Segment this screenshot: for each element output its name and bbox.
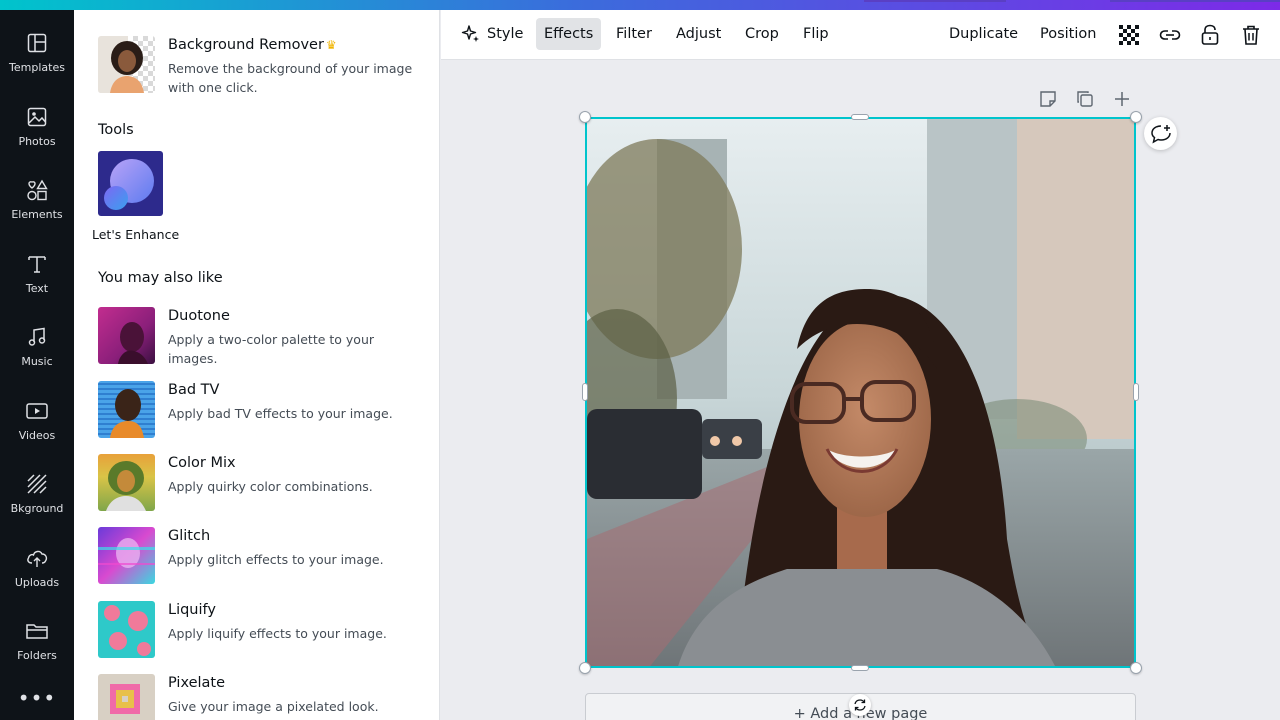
add-page-icon[interactable]: [1110, 89, 1134, 109]
app-description: Apply bad TV effects to your image.: [168, 406, 393, 421]
resize-handle-bottom-left[interactable]: [579, 662, 591, 674]
color-mix-thumbnail: [98, 454, 155, 511]
background-icon: [24, 471, 50, 497]
resize-handle-right[interactable]: [1133, 383, 1139, 401]
nav-label: Text: [25, 282, 49, 295]
nav-videos[interactable]: Videos: [0, 394, 74, 458]
text-icon: [24, 251, 50, 277]
folders-icon: [24, 618, 50, 644]
nav-templates[interactable]: Templates: [0, 26, 74, 90]
templates-icon: [24, 30, 50, 56]
position-button[interactable]: Position: [1032, 18, 1104, 50]
liquify-thumbnail: [98, 601, 155, 658]
page-notes-icon[interactable]: [1036, 89, 1060, 109]
effects-panel: Background Remover ♛ Remove the backgroun…: [74, 10, 440, 720]
filter-button[interactable]: Filter: [608, 18, 660, 50]
top-accent-bar: [0, 0, 1280, 10]
sparkle-icon: [461, 24, 481, 44]
nav-photos[interactable]: Photos: [0, 100, 74, 164]
tools-heading: Tools: [98, 122, 134, 138]
nav-elements[interactable]: Elements: [0, 173, 74, 237]
lets-enhance-tile[interactable]: [98, 151, 163, 216]
bad-tv-thumbnail: [98, 381, 155, 438]
flip-button[interactable]: Flip: [795, 18, 837, 50]
app-glitch[interactable]: Glitch Apply glitch effects to your imag…: [98, 527, 428, 585]
left-nav: Templates Photos Elements Text Music Vid…: [0, 10, 74, 720]
rotate-icon[interactable]: [849, 694, 871, 716]
add-comment-icon[interactable]: [1144, 117, 1177, 150]
app-background-remover[interactable]: Background Remover ♛ Remove the backgroun…: [98, 36, 428, 95]
selected-photo[interactable]: [585, 117, 1136, 668]
app-name: Pixelate: [168, 675, 226, 691]
photos-icon: [24, 104, 50, 130]
pixelate-thumbnail: [98, 674, 155, 720]
app-liquify[interactable]: Liquify Apply liquify effects to your im…: [98, 601, 428, 659]
app-name: Color Mix: [168, 455, 236, 471]
elements-icon: [24, 177, 50, 203]
app-description: Apply glitch effects to your image.: [168, 552, 384, 567]
nav-label: Bkground: [10, 502, 64, 515]
nav-music[interactable]: Music: [0, 320, 74, 384]
app-description: Give your image a pixelated look.: [168, 699, 379, 714]
uploads-icon: [24, 545, 50, 571]
image-toolbar: Style Effects Filter Adjust Crop Flip Du…: [441, 10, 1280, 60]
resize-handle-bottom[interactable]: [851, 665, 869, 671]
resize-handle-top[interactable]: [851, 114, 869, 120]
music-icon: [24, 324, 50, 350]
glitch-thumbnail: [98, 527, 155, 584]
style-button[interactable]: Style: [453, 18, 531, 50]
nav-label: Videos: [18, 429, 56, 442]
videos-icon: [24, 398, 50, 424]
nav-label: Uploads: [14, 576, 60, 589]
more-icon[interactable]: •••: [0, 688, 74, 720]
resize-handle-bottom-right[interactable]: [1130, 662, 1142, 674]
resize-handle-top-right[interactable]: [1130, 111, 1142, 123]
duplicate-button[interactable]: Duplicate: [941, 18, 1026, 50]
app-bad-tv[interactable]: Bad TV Apply bad TV effects to your imag…: [98, 381, 428, 439]
app-description: Apply liquify effects to your image.: [168, 626, 387, 641]
lets-enhance-label: Let's Enhance: [92, 227, 180, 242]
app-description: Apply quirky color combinations.: [168, 479, 373, 494]
top-bar-tab: [864, 0, 1006, 2]
resize-handle-left[interactable]: [582, 383, 588, 401]
crop-button[interactable]: Crop: [737, 18, 787, 50]
trash-icon[interactable]: [1239, 23, 1263, 47]
nav-label: Music: [21, 355, 53, 368]
app-name: Liquify: [168, 602, 216, 618]
transparency-icon[interactable]: [1117, 23, 1141, 47]
nav-background[interactable]: Bkground: [0, 467, 74, 531]
app-name: Duotone: [168, 308, 230, 324]
nav-folders[interactable]: Folders: [0, 614, 74, 678]
app-name: Bad TV: [168, 382, 220, 398]
adjust-button[interactable]: Adjust: [668, 18, 729, 50]
app-pixelate[interactable]: Pixelate Give your image a pixelated loo…: [98, 674, 428, 720]
effects-button[interactable]: Effects: [536, 18, 602, 50]
nav-label: Folders: [17, 649, 57, 662]
nav-label: Elements: [11, 208, 63, 221]
background-remover-thumbnail: [98, 36, 155, 93]
style-label: Style: [487, 26, 524, 42]
you-may-also-like-heading: You may also like: [98, 270, 223, 286]
app-name: Background Remover ♛: [168, 37, 337, 53]
top-bar-tab: [1110, 0, 1280, 2]
duotone-thumbnail: [98, 307, 155, 364]
nav-label: Photos: [18, 135, 56, 148]
app-description: Apply a two-color palette to your images…: [168, 332, 375, 366]
nav-label: Templates: [9, 61, 65, 74]
app-name-text: Background Remover: [168, 37, 324, 53]
nav-uploads[interactable]: Uploads: [0, 541, 74, 605]
app-description: Remove the background of your image with…: [168, 61, 413, 95]
nav-text[interactable]: Text: [0, 247, 74, 311]
app-color-mix[interactable]: Color Mix Apply quirky color combination…: [98, 454, 428, 512]
crown-icon: ♛: [325, 38, 337, 52]
lock-icon[interactable]: [1198, 23, 1222, 47]
link-icon[interactable]: [1158, 23, 1182, 47]
resize-handle-top-left[interactable]: [579, 111, 591, 123]
app-duotone[interactable]: Duotone Apply a two-color palette to you…: [98, 307, 428, 366]
duplicate-page-icon[interactable]: [1073, 89, 1097, 109]
app-name: Glitch: [168, 528, 211, 544]
